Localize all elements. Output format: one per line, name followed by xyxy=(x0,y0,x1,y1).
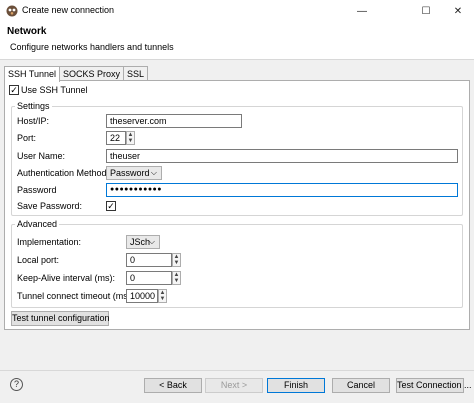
chevron-down-icon: ⌵ xyxy=(148,237,155,246)
settings-group-label: Settings xyxy=(15,101,52,111)
save-password-label: Save Password: xyxy=(17,201,83,211)
keepalive-input[interactable]: 0 xyxy=(126,271,172,285)
auth-method-value: Password xyxy=(110,168,150,178)
tab-socks-proxy[interactable]: SOCKS Proxy xyxy=(59,66,125,81)
spin-down-icon: ▼ xyxy=(159,296,166,302)
port-label: Port: xyxy=(17,133,37,143)
close-button[interactable]: ✕ xyxy=(442,0,474,22)
next-button[interactable]: Next > xyxy=(205,378,263,393)
tab-bar: SSH Tunnel SOCKS Proxy SSL xyxy=(4,66,149,82)
local-port-stepper[interactable]: ▲ ▼ xyxy=(172,253,181,267)
password-label: Password xyxy=(17,185,57,195)
host-input[interactable]: theserver.com xyxy=(106,114,242,128)
local-port-label: Local port: xyxy=(17,255,60,265)
implementation-select[interactable]: JSch ⌵ xyxy=(126,235,160,249)
password-input[interactable]: ●●●●●●●●●●● xyxy=(106,183,458,197)
cancel-button[interactable]: Cancel xyxy=(332,378,390,393)
spin-down-icon: ▼ xyxy=(173,278,180,284)
save-password-checkbox[interactable]: ✓ xyxy=(106,201,116,211)
maximize-button[interactable]: ☐ xyxy=(410,0,442,22)
app-icon xyxy=(6,5,18,17)
implementation-value: JSch xyxy=(130,237,151,247)
checkmark-icon: ✓ xyxy=(10,85,18,95)
finish-button[interactable]: Finish xyxy=(267,378,325,393)
user-name-label: User Name: xyxy=(17,151,66,161)
timeout-label: Tunnel connect timeout (ms): xyxy=(17,291,134,301)
back-button[interactable]: < Back xyxy=(144,378,202,393)
host-label: Host/IP: xyxy=(17,116,50,126)
help-icon[interactable]: ? xyxy=(10,378,23,391)
local-port-input[interactable]: 0 xyxy=(126,253,172,267)
minimize-icon: — xyxy=(357,5,367,17)
test-tunnel-button[interactable]: Test tunnel configuration xyxy=(11,311,110,326)
keepalive-stepper[interactable]: ▲ ▼ xyxy=(172,271,181,285)
user-name-input[interactable]: theuser xyxy=(106,149,458,163)
page-title: Network xyxy=(7,26,47,37)
spin-down-icon: ▼ xyxy=(173,260,180,266)
implementation-label: Implementation: xyxy=(17,237,82,247)
auth-method-select[interactable]: Password ⌵ xyxy=(106,166,162,180)
tab-ssh-tunnel[interactable]: SSH Tunnel xyxy=(4,66,61,82)
checkmark-icon: ✓ xyxy=(107,201,115,211)
use-ssh-tunnel-label: Use SSH Tunnel xyxy=(21,85,88,95)
auth-method-label: Authentication Method: xyxy=(17,168,110,178)
wizard-header: Network Configure networks handlers and … xyxy=(0,22,474,60)
maximize-icon: ☐ xyxy=(421,5,431,17)
port-stepper[interactable]: ▲ ▼ xyxy=(126,131,135,145)
spin-down-icon: ▼ xyxy=(127,138,134,144)
tab-ssl[interactable]: SSL xyxy=(123,66,149,81)
chevron-down-icon: ⌵ xyxy=(150,168,157,177)
footer-separator xyxy=(0,370,474,371)
timeout-stepper[interactable]: ▲ ▼ xyxy=(158,289,167,303)
window-title: Create new connection xyxy=(22,5,115,15)
use-ssh-tunnel-checkbox[interactable]: ✓ xyxy=(9,85,19,95)
close-icon: ✕ xyxy=(453,5,463,17)
advanced-group-label: Advanced xyxy=(15,219,60,229)
ssh-tunnel-panel: ✓ Use SSH Tunnel Settings Host/IP: these… xyxy=(4,80,470,330)
port-input[interactable]: 22 xyxy=(106,131,126,145)
minimize-button[interactable]: — xyxy=(346,0,378,22)
timeout-input[interactable]: 10000 xyxy=(126,289,158,303)
title-bar: Create new connection — ☐ ✕ xyxy=(0,0,474,22)
keepalive-label: Keep-Alive interval (ms): xyxy=(17,273,116,283)
test-connection-button[interactable]: Test Connection ... xyxy=(396,378,472,393)
page-description: Configure networks handlers and tunnels xyxy=(10,42,174,52)
